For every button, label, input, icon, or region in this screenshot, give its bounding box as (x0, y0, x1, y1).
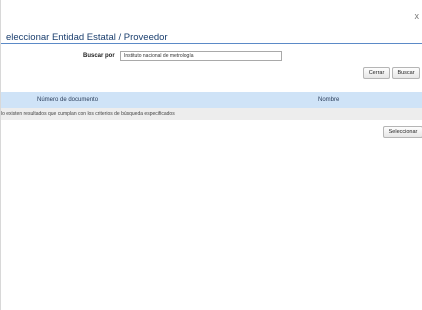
select-button[interactable]: Seleccionar (383, 126, 422, 138)
column-header-name[interactable]: Nombre (318, 97, 339, 103)
close-button[interactable]: Cerrar (363, 67, 390, 79)
column-header-document-number[interactable]: Número de documento (37, 97, 98, 103)
dialog-title: eleccionar Entidad Estatal / Proveedor (6, 32, 168, 43)
empty-results-row: lo existen resultados que cumplan con lo… (1, 108, 422, 120)
search-input[interactable] (120, 51, 282, 61)
results-table-header: Número de documento Nombre (1, 92, 422, 108)
select-entity-dialog: x eleccionar Entidad Estatal / Proveedor… (0, 0, 422, 310)
search-by-label: Buscar por (83, 53, 115, 59)
title-divider (1, 43, 422, 44)
search-button[interactable]: Buscar (392, 67, 420, 79)
empty-results-message: lo existen resultados que cumplan con lo… (1, 111, 175, 117)
close-icon[interactable]: x (415, 12, 420, 21)
